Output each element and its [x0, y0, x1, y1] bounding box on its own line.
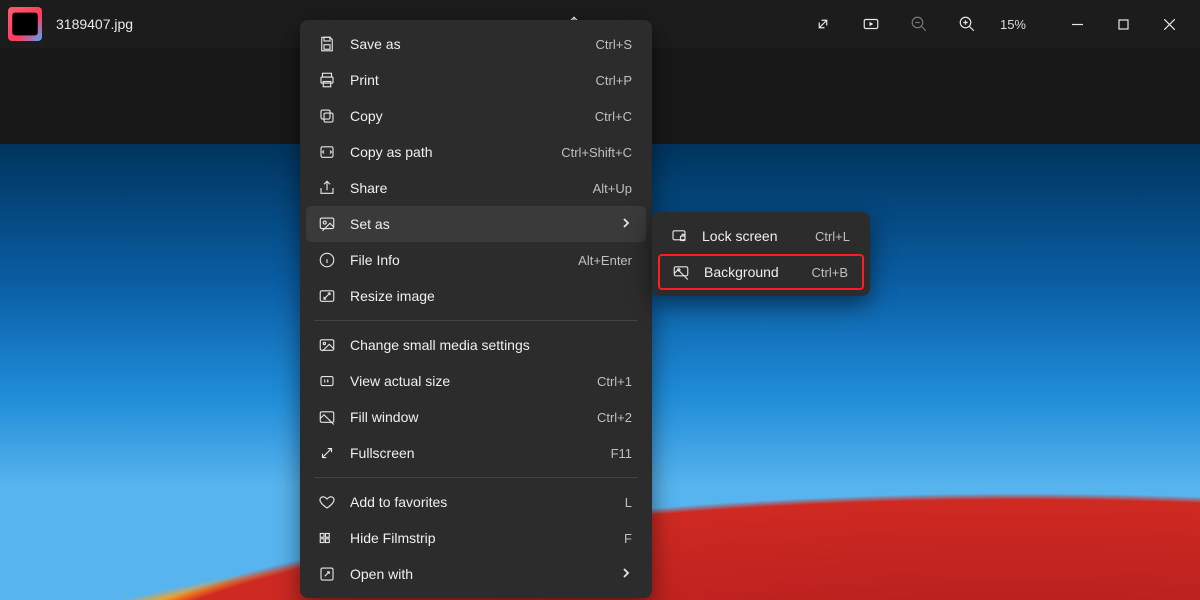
- copy-path-icon: [318, 143, 336, 161]
- menu-item-shortcut: Ctrl+P: [596, 73, 632, 88]
- fill-window-icon: [318, 408, 336, 426]
- menu-item-label: Save as: [350, 36, 582, 52]
- menu-item-save-as[interactable]: Save as Ctrl+S: [306, 26, 646, 62]
- menu-item-copy-as-path[interactable]: Copy as path Ctrl+Shift+C: [306, 134, 646, 170]
- menu-item-open-with[interactable]: Open with: [306, 556, 646, 592]
- lock-screen-icon: [670, 227, 688, 245]
- menu-item-shortcut: Ctrl+C: [595, 109, 632, 124]
- slideshow-button[interactable]: [854, 7, 888, 41]
- menu-item-label: Resize image: [350, 288, 618, 304]
- menu-item-shortcut: Ctrl+S: [596, 37, 632, 52]
- menu-item-shortcut: F11: [611, 446, 632, 461]
- menu-item-label: Print: [350, 72, 582, 88]
- menu-item-shortcut: Ctrl+L: [815, 229, 850, 244]
- expand-button[interactable]: [806, 7, 840, 41]
- open-with-icon: [318, 565, 336, 583]
- menu-item-shortcut: Ctrl+B: [812, 265, 848, 280]
- menu-item-copy[interactable]: Copy Ctrl+C: [306, 98, 646, 134]
- menu-item-label: Fullscreen: [350, 445, 597, 461]
- menu-item-resize-image[interactable]: Resize image: [306, 278, 646, 314]
- menu-item-fill-window[interactable]: Fill window Ctrl+2: [306, 399, 646, 435]
- minimize-icon: [1072, 19, 1083, 30]
- menu-item-label: Background: [704, 264, 798, 280]
- menu-item-label: View actual size: [350, 373, 583, 389]
- menu-item-shortcut: Ctrl+Shift+C: [561, 145, 632, 160]
- menu-item-shortcut: Ctrl+2: [597, 410, 632, 425]
- menu-item-label: Copy as path: [350, 144, 547, 160]
- menu-item-label: File Info: [350, 252, 564, 268]
- maximize-icon: [1118, 19, 1129, 30]
- menu-item-set-as[interactable]: Set as: [306, 206, 646, 242]
- maximize-button[interactable]: [1100, 0, 1146, 48]
- minimize-button[interactable]: [1054, 0, 1100, 48]
- fullscreen-icon: [318, 444, 336, 462]
- menu-separator: [314, 320, 638, 321]
- menu-item-fullscreen[interactable]: Fullscreen F11: [306, 435, 646, 471]
- file-name: 3189407.jpg: [56, 16, 133, 32]
- file-thumbnail[interactable]: [8, 7, 42, 41]
- menu-item-label: Set as: [350, 216, 606, 232]
- close-icon: [1164, 19, 1175, 30]
- copy-icon: [318, 107, 336, 125]
- info-icon: [318, 251, 336, 269]
- menu-item-shortcut: Alt+Up: [593, 181, 632, 196]
- menu-item-shortcut: Ctrl+1: [597, 374, 632, 389]
- menu-item-label: Add to favorites: [350, 494, 611, 510]
- menu-item-print[interactable]: Print Ctrl+P: [306, 62, 646, 98]
- slideshow-icon: [862, 15, 880, 33]
- close-button[interactable]: [1146, 0, 1192, 48]
- menu-item-label: Change small media settings: [350, 337, 618, 353]
- menu-item-label: Fill window: [350, 409, 583, 425]
- zoom-out-icon: [910, 15, 928, 33]
- chevron-right-icon: [620, 216, 632, 232]
- menu-item-shortcut: L: [625, 495, 632, 510]
- favorite-icon: [318, 493, 336, 511]
- menu-item-file-info[interactable]: File Info Alt+Enter: [306, 242, 646, 278]
- background-icon: [672, 263, 690, 281]
- image-icon: [8, 7, 42, 41]
- zoom-out-button[interactable]: [902, 7, 936, 41]
- menu-item-label: Open with: [350, 566, 606, 582]
- menu-item-label: Share: [350, 180, 579, 196]
- menu-separator: [314, 477, 638, 478]
- menu-item-actual-size[interactable]: View actual size Ctrl+1: [306, 363, 646, 399]
- expand-icon: [814, 15, 832, 33]
- menu-item-shortcut: Alt+Enter: [578, 253, 632, 268]
- menu-item-add-to-favorites[interactable]: Add to favorites L: [306, 484, 646, 520]
- submenu-item-lock-screen[interactable]: Lock screen Ctrl+L: [658, 218, 864, 254]
- chevron-right-icon: [620, 566, 632, 582]
- menu-item-label: Lock screen: [702, 228, 801, 244]
- zoom-level: 15%: [1000, 17, 1026, 32]
- menu-item-label: Hide Filmstrip: [350, 530, 610, 546]
- submenu-item-background[interactable]: Background Ctrl+B: [658, 254, 864, 290]
- menu-item-share[interactable]: Share Alt+Up: [306, 170, 646, 206]
- titlebar-right: 15%: [806, 0, 1192, 48]
- menu-item-media-settings[interactable]: Change small media settings: [306, 327, 646, 363]
- resize-icon: [318, 287, 336, 305]
- print-icon: [318, 71, 336, 89]
- share-menu-icon: [318, 179, 336, 197]
- window-controls: [1054, 0, 1192, 48]
- media-settings-icon: [318, 336, 336, 354]
- menu-item-shortcut: F: [624, 531, 632, 546]
- context-menu: Save as Ctrl+S Print Ctrl+P Copy Ctrl+C …: [300, 20, 652, 598]
- menu-item-hide-filmstrip[interactable]: Hide Filmstrip F: [306, 520, 646, 556]
- actual-size-icon: [318, 372, 336, 390]
- set-as-submenu: Lock screen Ctrl+L Background Ctrl+B: [652, 212, 870, 296]
- filmstrip-icon: [318, 529, 336, 547]
- set-as-icon: [318, 215, 336, 233]
- zoom-in-icon: [958, 15, 976, 33]
- save-as-icon: [318, 35, 336, 53]
- zoom-in-button[interactable]: [950, 7, 984, 41]
- menu-item-label: Copy: [350, 108, 581, 124]
